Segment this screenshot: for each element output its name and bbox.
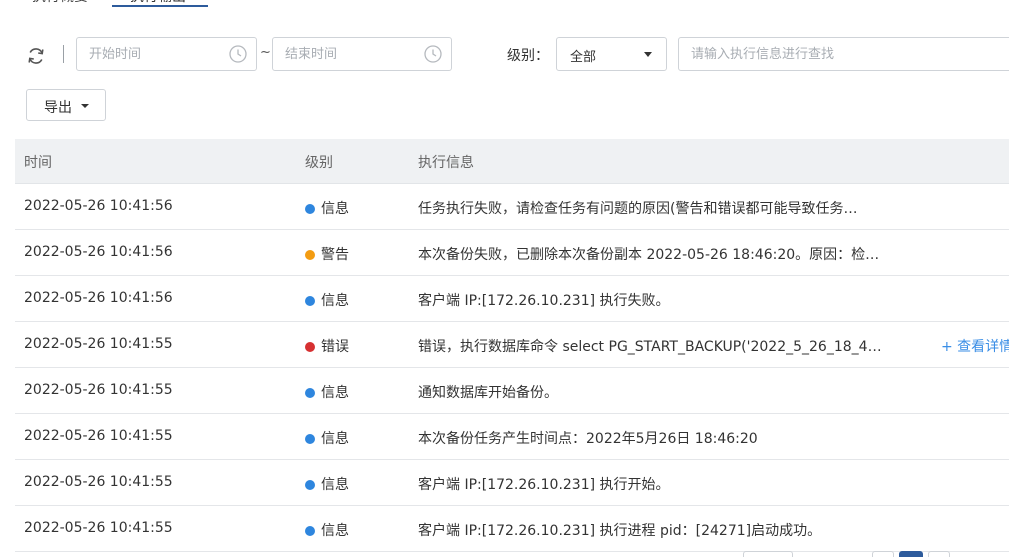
pagination-next-button[interactable] [928,551,950,557]
page-size-select[interactable] [743,551,793,557]
column-header-level: 级别 [305,155,333,171]
row-level: 信息 [305,474,349,494]
view-details-link[interactable]: + 查看详情 [941,336,1009,356]
table-row: 2022-05-26 10:41:56 信息 客户端 IP:[172.26.10.2… [15,276,1009,322]
row-level-label: 警告 [321,247,349,263]
row-message: 客户端 IP:[172.26.10.231] 执行失败。 [418,293,670,309]
level-status-dot [305,526,315,536]
row-level-label: 信息 [321,523,349,539]
row-level: 错误 [305,336,349,356]
row-level-label: 信息 [321,201,349,217]
row-message: 客户端 IP:[172.26.10.231] 执行进程 pid：[24271]启… [418,523,822,539]
toolbar-divider [63,45,64,63]
row-time: 2022-05-26 10:41:55 [24,474,173,490]
clock-icon[interactable] [229,45,247,63]
row-message: 本次备份任务产生时间点：2022年5月26日 18:46:20 [418,431,758,447]
level-status-dot [305,204,315,214]
row-level: 信息 [305,428,349,448]
row-time: 2022-05-26 10:41:55 [24,336,173,352]
level-status-dot [305,250,315,260]
row-message: 通知数据库开始备份。 [418,385,558,401]
column-header-message: 执行信息 [418,155,474,171]
pagination-prev-button[interactable] [872,551,894,557]
level-status-dot [305,296,315,306]
row-level: 信息 [305,198,349,218]
level-status-dot [305,388,315,398]
end-time-field[interactable] [272,37,452,71]
table-row: 2022-05-26 10:41:55 信息 通知数据库开始备份。 [15,368,1009,414]
tab-bar: 执行概要 执行输出 [0,0,1009,18]
caret-down-icon [81,104,89,108]
level-status-dot [305,434,315,444]
table-row: 2022-05-26 10:41:56 警告 本次备份失败，已删除本次备份副本 20… [15,230,1009,276]
execution-output-page: 执行概要 执行输出 ~ [0,0,1009,557]
message-search-field[interactable] [678,37,1009,71]
export-button[interactable]: 导出 [26,89,106,121]
level-select[interactable]: 全部 [556,37,667,71]
refresh-icon[interactable] [26,46,46,66]
caret-down-icon [644,52,652,57]
row-level-label: 信息 [321,385,349,401]
level-status-dot [305,480,315,490]
table-row: 2022-05-26 10:41:55 信息 客户端 IP:[172.26.10.2… [15,506,1009,552]
column-header-time: 时间 [24,155,52,171]
row-time: 2022-05-26 10:41:55 [24,428,173,444]
row-time: 2022-05-26 10:41:55 [24,520,173,536]
table-row: 2022-05-26 10:41:56 信息 任务执行失败，请检查任务有问题的原因(… [15,184,1009,230]
table-row: 2022-05-26 10:41:55 错误 错误，执行数据库命令 select P… [15,322,1009,368]
row-message: 任务执行失败，请检查任务有问题的原因(警告和错误都可能导致任务… [418,201,858,217]
row-level-label: 信息 [321,431,349,447]
level-status-dot [305,342,315,352]
pagination-current-page[interactable] [899,551,923,557]
row-level-label: 信息 [321,293,349,309]
row-level: 信息 [305,290,349,310]
row-time: 2022-05-26 10:41:56 [24,290,173,306]
log-table: 时间 级别 执行信息 2022-05-26 10:41:56 信息 任务执行失败，请… [15,139,1009,552]
export-button-label: 导出 [44,100,72,116]
level-select-value: 全部 [570,50,597,65]
row-level: 信息 [305,382,349,402]
row-level: 警告 [305,244,349,264]
row-time: 2022-05-26 10:41:55 [24,382,173,398]
message-search-input[interactable] [679,38,1009,70]
table-row: 2022-05-26 10:41:55 信息 客户端 IP:[172.26.10.2… [15,460,1009,506]
active-tab-indicator [112,5,208,7]
table-row: 2022-05-26 10:41:55 信息 本次备份任务产生时间点：2022年5月… [15,414,1009,460]
start-time-field[interactable] [76,37,257,71]
row-time: 2022-05-26 10:41:56 [24,198,173,214]
row-time: 2022-05-26 10:41:56 [24,244,173,260]
row-level-label: 错误 [321,339,349,355]
level-filter-label: 级别： [507,48,549,64]
row-level-label: 信息 [321,477,349,493]
date-range-separator: ~ [260,45,271,60]
row-message: 本次备份失败，已删除本次备份副本 2022-05-26 18:46:20。原因：… [418,247,880,263]
row-level: 信息 [305,520,349,540]
table-header: 时间 级别 执行信息 [15,139,1009,184]
tab-execution-output[interactable]: 执行输出 [130,0,186,16]
tab-execution-summary[interactable]: 执行概要 [32,0,88,16]
filter-bar: ~ 级别： 全部 [0,37,1009,71]
table-body: 2022-05-26 10:41:56 信息 任务执行失败，请检查任务有问题的原因(… [15,184,1009,552]
row-message: 错误，执行数据库命令 select PG_START_BACKUP('2022_… [418,339,882,355]
clock-icon[interactable] [424,45,442,63]
row-message: 客户端 IP:[172.26.10.231] 执行开始。 [418,477,670,493]
